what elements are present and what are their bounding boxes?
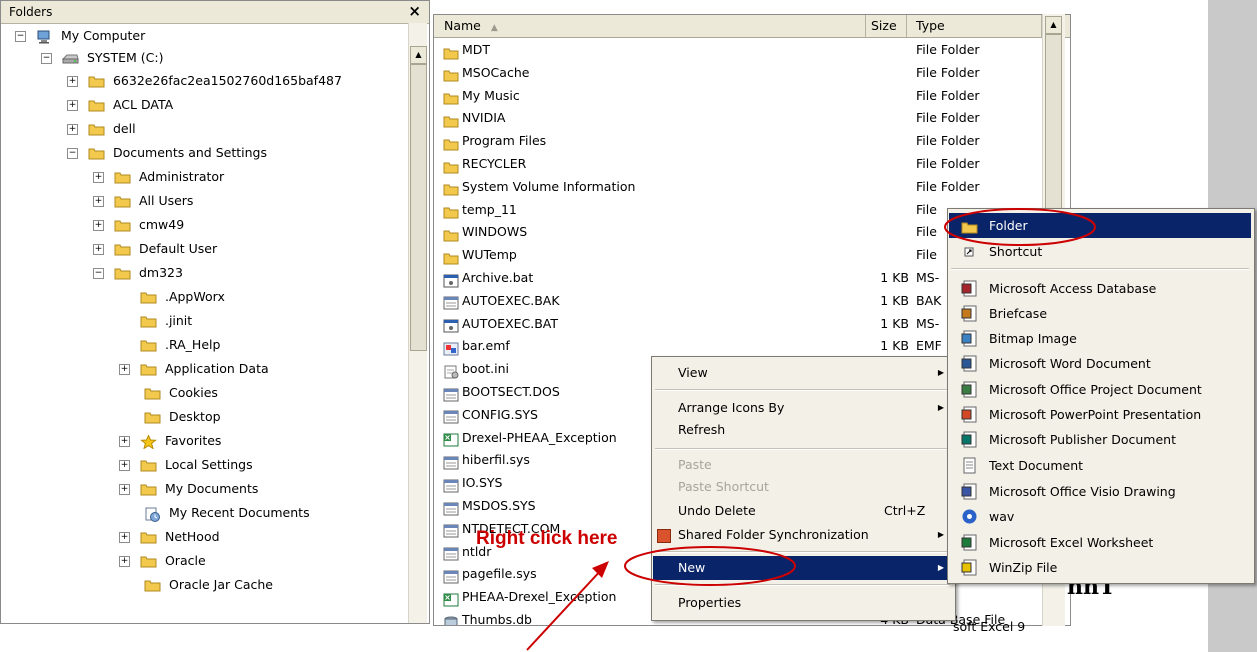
arrow-head-icon xyxy=(592,561,609,578)
annotation-arrow xyxy=(526,567,604,651)
highlight-ellipse-new xyxy=(624,546,796,586)
annotation-overlay xyxy=(526,208,1096,651)
annotation-text: Right click here xyxy=(476,528,618,549)
highlight-ellipse-folder xyxy=(944,208,1096,246)
